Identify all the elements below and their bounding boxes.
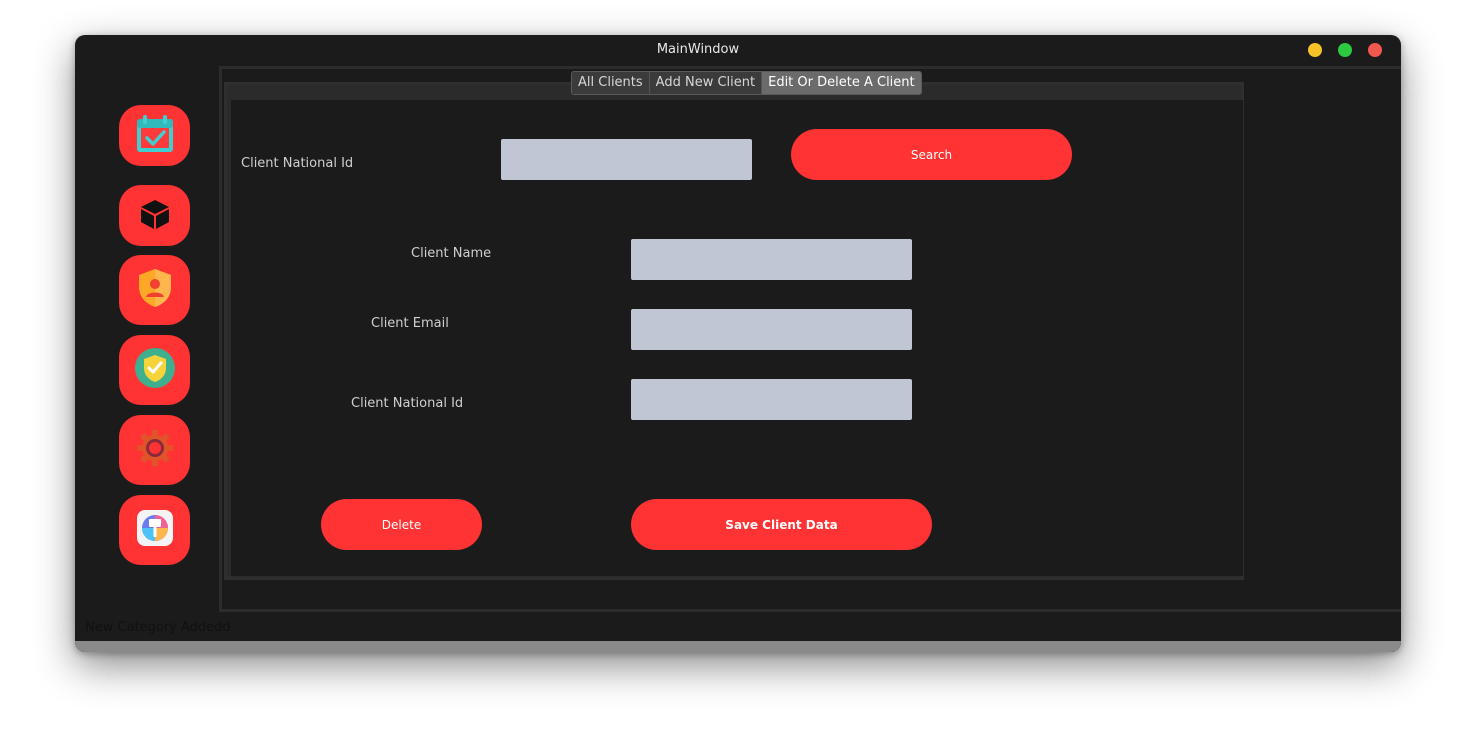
sidebar-theme-button[interactable] (119, 495, 190, 565)
tab-bar: All Clients Add New Client Edit Or Delet… (571, 71, 922, 95)
sidebar-calendar-button[interactable] (119, 105, 190, 166)
minimize-button[interactable] (1308, 43, 1322, 57)
sidebar-settings-button[interactable] (119, 415, 190, 485)
shield-user-icon (136, 267, 174, 313)
search-button[interactable]: Search (791, 129, 1072, 180)
delete-button[interactable]: Delete (321, 499, 482, 550)
title-bar[interactable]: MainWindow (75, 35, 1401, 65)
search-national-id-input[interactable] (501, 139, 752, 180)
client-name-label: Client Name (411, 246, 492, 261)
window-bottom-edge (75, 641, 1401, 652)
sidebar-users-button[interactable] (119, 255, 190, 325)
calendar-check-icon (134, 113, 176, 159)
tab-all-clients[interactable]: All Clients (572, 72, 650, 94)
window-title: MainWindow (656, 42, 740, 57)
tab-edit-or-delete-client[interactable]: Edit Or Delete A Client (762, 72, 921, 94)
main-window: MainWindow Client National Id Search Cli… (75, 35, 1401, 652)
shield-check-icon (133, 346, 177, 394)
client-national-id-input[interactable] (631, 379, 912, 420)
paint-brush-icon (136, 509, 174, 551)
edit-client-form: Client National Id Search Client Name Cl… (231, 100, 1243, 576)
maximize-button[interactable] (1338, 43, 1352, 57)
sidebar-permissions-button[interactable] (119, 335, 190, 405)
client-name-input[interactable] (631, 239, 912, 280)
tab-add-new-client[interactable]: Add New Client (649, 72, 763, 94)
sidebar-products-button[interactable] (119, 185, 190, 246)
save-client-data-button[interactable]: Save Client Data (631, 499, 932, 550)
client-national-id-label: Client National Id (351, 396, 464, 411)
gear-icon (135, 428, 175, 472)
close-button[interactable] (1368, 43, 1382, 57)
status-bar-message: New Category Addedd (85, 620, 231, 635)
search-national-id-label: Client National Id (241, 156, 354, 171)
cube-icon (138, 197, 172, 235)
client-email-input[interactable] (631, 309, 912, 350)
client-email-label: Client Email (371, 316, 449, 331)
tab-panel: Client National Id Search Client Name Cl… (224, 82, 1244, 580)
